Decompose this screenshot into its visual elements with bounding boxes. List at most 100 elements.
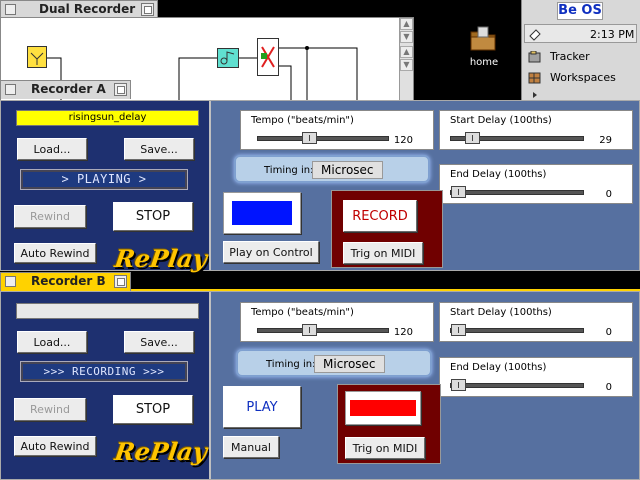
timing-selector[interactable]: Timing in: Microsec bbox=[234, 155, 430, 183]
deskbar-status-area: 2:13 PM bbox=[524, 24, 637, 43]
slider-value: 0 bbox=[605, 327, 612, 338]
timing-selector[interactable]: Timing in: Microsec bbox=[236, 349, 432, 377]
tempo-slider[interactable]: Tempo ("beats/min") 120 bbox=[240, 110, 434, 150]
slider-label: Tempo ("beats/min") bbox=[251, 307, 354, 318]
more-items-arrow-icon bbox=[533, 92, 539, 98]
close-box-icon[interactable] bbox=[5, 276, 16, 287]
start-delay-slider[interactable]: Start Delay (100ths) 29 bbox=[439, 110, 633, 150]
close-box-icon[interactable] bbox=[5, 4, 16, 15]
replay-logo: RePlay bbox=[112, 437, 209, 466]
trig-on-midi-button[interactable]: Trig on MIDI bbox=[345, 437, 425, 459]
beos-logo: Be OS bbox=[558, 3, 602, 18]
deskbar-item-label: Tracker bbox=[550, 50, 590, 63]
slider-value: 0 bbox=[605, 189, 612, 200]
window-title: Recorder A bbox=[31, 82, 106, 96]
timing-label: Timing in: bbox=[264, 165, 314, 176]
deskbar-item-workspaces[interactable]: Workspaces bbox=[528, 69, 616, 87]
control-color-button[interactable] bbox=[223, 192, 301, 234]
rewind-button[interactable]: Rewind bbox=[14, 398, 86, 421]
scroll-down-icon[interactable]: ▼ bbox=[400, 31, 413, 43]
load-button[interactable]: Load... bbox=[17, 331, 87, 353]
controls-area: Tempo ("beats/min") 120 Start Delay (100… bbox=[211, 101, 639, 270]
recording-name-field[interactable]: risingsun_delay bbox=[16, 110, 199, 126]
slider-track[interactable] bbox=[450, 324, 584, 336]
zoom-box-icon[interactable] bbox=[114, 275, 127, 288]
stop-button[interactable]: STOP bbox=[113, 395, 193, 424]
color-swatch bbox=[232, 201, 292, 225]
slider-track[interactable] bbox=[450, 186, 584, 198]
save-button[interactable]: Save... bbox=[124, 138, 194, 160]
auto-rewind-button[interactable]: Auto Rewind bbox=[14, 243, 96, 263]
slider-value: 29 bbox=[599, 135, 612, 146]
tempo-slider[interactable]: Tempo ("beats/min") 120 bbox=[240, 302, 434, 342]
color-swatch bbox=[350, 400, 416, 416]
window-title: Recorder B bbox=[31, 274, 106, 288]
timing-value[interactable]: Microsec bbox=[312, 161, 383, 179]
slider-label: Start Delay (100ths) bbox=[450, 115, 552, 126]
slider-label: End Delay (100ths) bbox=[450, 362, 547, 373]
window-title: Dual Recorder bbox=[39, 2, 136, 16]
slider-thumb[interactable] bbox=[465, 132, 480, 144]
close-box-icon[interactable] bbox=[5, 84, 16, 95]
save-button[interactable]: Save... bbox=[124, 331, 194, 353]
end-delay-slider[interactable]: End Delay (100ths) 0 bbox=[439, 357, 633, 397]
load-button[interactable]: Load... bbox=[17, 138, 87, 160]
deskbar-item-tracker[interactable]: Tracker bbox=[528, 48, 590, 66]
tracker-icon bbox=[528, 51, 541, 63]
vertical-scrollbar[interactable]: ▲ ▼ ▲ ▼ bbox=[399, 18, 413, 100]
transport-status: >>> RECORDING >>> bbox=[20, 361, 188, 382]
midi-input-node-icon[interactable] bbox=[27, 46, 47, 68]
recording-name-field[interactable] bbox=[16, 303, 199, 319]
eraser-icon[interactable] bbox=[528, 27, 542, 41]
scroll-down-icon[interactable]: ▼ bbox=[400, 59, 413, 71]
slider-label: Tempo ("beats/min") bbox=[251, 115, 354, 126]
record-button[interactable]: RECORD bbox=[343, 200, 417, 232]
recorder-a-window: risingsun_delay Load... Save... > PLAYIN… bbox=[0, 100, 640, 273]
slider-thumb[interactable] bbox=[451, 324, 466, 336]
slider-thumb[interactable] bbox=[302, 324, 317, 336]
slider-label: End Delay (100ths) bbox=[450, 169, 547, 180]
home-icon-label[interactable]: home bbox=[462, 57, 506, 68]
start-delay-slider[interactable]: Start Delay (100ths) 0 bbox=[439, 302, 633, 342]
slider-track[interactable] bbox=[450, 379, 584, 391]
slider-value: 120 bbox=[393, 135, 413, 146]
slider-label: Start Delay (100ths) bbox=[450, 307, 552, 318]
trig-on-midi-button[interactable]: Trig on MIDI bbox=[343, 242, 423, 264]
slider-value: 120 bbox=[393, 327, 413, 338]
deskbar-item-label: Workspaces bbox=[550, 71, 616, 84]
play-on-control-button[interactable]: Play on Control bbox=[223, 241, 319, 263]
home-folder-icon[interactable] bbox=[468, 24, 498, 54]
clock[interactable]: 2:13 PM bbox=[590, 28, 634, 41]
filter-node-icon[interactable] bbox=[217, 48, 239, 68]
zoom-box-icon[interactable] bbox=[141, 3, 154, 16]
workspaces-icon bbox=[528, 72, 541, 84]
manual-group: PLAY Manual bbox=[221, 384, 327, 464]
slider-thumb[interactable] bbox=[302, 132, 317, 144]
rewind-button[interactable]: Rewind bbox=[14, 205, 86, 228]
beos-menu-button[interactable]: Be OS bbox=[557, 2, 603, 20]
stop-button[interactable]: STOP bbox=[113, 202, 193, 231]
transport-status: > PLAYING > bbox=[20, 169, 188, 190]
scroll-up-icon[interactable]: ▲ bbox=[400, 18, 413, 30]
slider-track[interactable] bbox=[257, 132, 389, 144]
controls-area: Tempo ("beats/min") 120 Start Delay (100… bbox=[211, 292, 639, 479]
scroll-up-icon[interactable]: ▲ bbox=[400, 46, 413, 58]
end-delay-slider[interactable]: End Delay (100ths) 0 bbox=[439, 164, 633, 204]
auto-rewind-button[interactable]: Auto Rewind bbox=[14, 436, 96, 456]
timing-value[interactable]: Microsec bbox=[314, 355, 385, 373]
recorder-a-tab[interactable]: Recorder A bbox=[0, 80, 131, 99]
splitter-node-icon[interactable] bbox=[257, 38, 279, 76]
slider-thumb[interactable] bbox=[451, 379, 466, 391]
trig-color-button[interactable] bbox=[345, 391, 421, 425]
trig-on-midi-group: Trig on MIDI bbox=[337, 384, 441, 464]
play-on-control-group: Play on Control bbox=[221, 190, 327, 268]
recorder-b-tab[interactable]: Recorder B bbox=[0, 272, 131, 291]
manual-button[interactable]: Manual bbox=[223, 436, 279, 458]
slider-value: 0 bbox=[605, 382, 612, 393]
slider-thumb[interactable] bbox=[451, 186, 466, 198]
slider-track[interactable] bbox=[257, 324, 389, 336]
trig-on-midi-group: RECORD Trig on MIDI bbox=[331, 190, 443, 268]
slider-track[interactable] bbox=[450, 132, 584, 144]
play-button[interactable]: PLAY bbox=[223, 386, 301, 428]
zoom-box-icon[interactable] bbox=[114, 83, 127, 96]
